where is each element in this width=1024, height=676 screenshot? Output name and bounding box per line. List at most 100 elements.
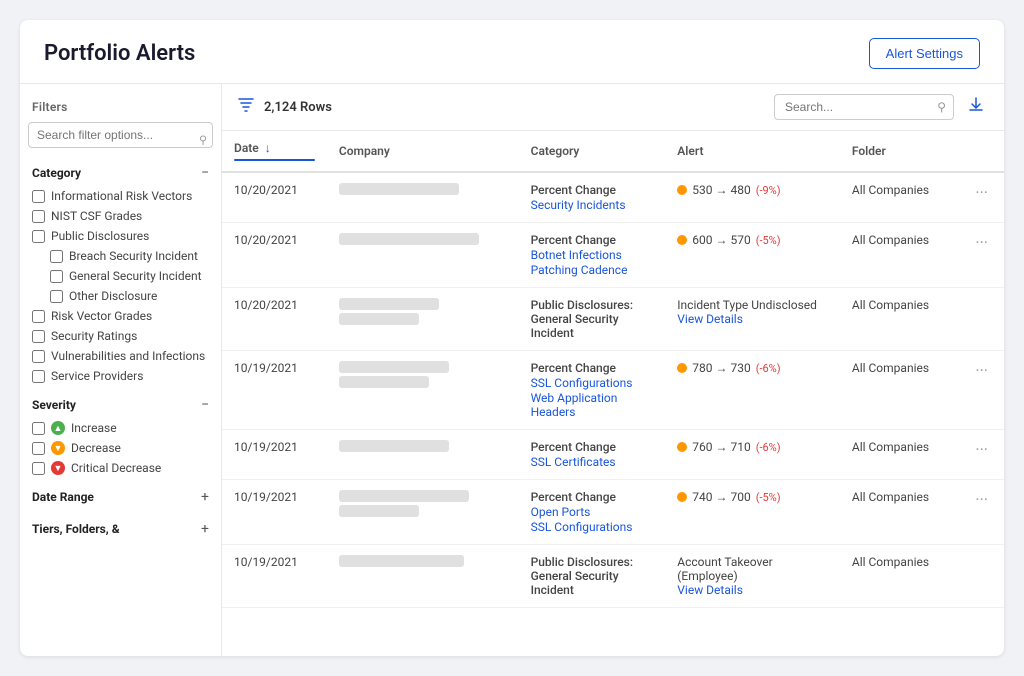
filter-decrease[interactable]: ▼ Decrease (32, 438, 209, 458)
alert-cell: 530 → 480 (-9%) (665, 172, 840, 223)
filter-risk-vector[interactable]: Risk Vector Grades (32, 306, 209, 326)
severity-toggle[interactable]: − (201, 398, 209, 412)
actions-cell (959, 545, 1004, 608)
category-link-ssl-configs[interactable]: SSL Configurations (531, 376, 654, 390)
filter-nist-label: NIST CSF Grades (51, 209, 142, 223)
filter-general-security-label: General Security Incident (69, 269, 202, 283)
filter-general-security-checkbox[interactable] (50, 270, 63, 283)
filter-vulnerabilities[interactable]: Vulnerabilities and Infections (32, 346, 209, 366)
filter-service-providers[interactable]: Service Providers (32, 366, 209, 386)
filter-security-ratings-label: Security Ratings (51, 329, 137, 343)
folder-cell: All Companies (840, 545, 960, 608)
alert-text: Account Takeover (Employee) (677, 555, 828, 583)
filter-vulnerabilities-label: Vulnerabilities and Infections (51, 349, 205, 363)
filter-critical-decrease[interactable]: ▼ Critical Decrease (32, 458, 209, 478)
company-name-blurred (339, 440, 449, 452)
date-cell: 10/20/2021 (222, 223, 327, 288)
severity-section-title: Severity (32, 398, 76, 412)
tiers-folders-toggle[interactable]: + (201, 522, 209, 536)
date-column-header[interactable]: Date ↓ (222, 131, 327, 172)
date-range-toggle[interactable]: + (201, 490, 209, 504)
company-name-blurred (339, 298, 439, 310)
filter-increase[interactable]: ▲ Increase (32, 418, 209, 438)
row-actions-button[interactable]: ··· (971, 490, 992, 509)
category-main: Percent Change (531, 183, 654, 197)
date-cell: 10/19/2021 (222, 351, 327, 430)
filter-nist[interactable]: NIST CSF Grades (32, 206, 209, 226)
filter-security-ratings[interactable]: Security Ratings (32, 326, 209, 346)
row-actions-button[interactable]: ··· (971, 440, 992, 459)
filter-decrease-checkbox[interactable] (32, 442, 45, 455)
company-name-blurred2 (339, 376, 429, 388)
folder-cell: All Companies (840, 480, 960, 545)
filter-service-providers-checkbox[interactable] (32, 370, 45, 383)
alert-column-header[interactable]: Alert (665, 131, 840, 172)
filter-security-ratings-checkbox[interactable] (32, 330, 45, 343)
view-details-link2[interactable]: View Details (677, 583, 743, 597)
filter-general-security[interactable]: General Security Incident (50, 266, 209, 286)
search-input[interactable] (774, 94, 954, 120)
filter-breach-checkbox[interactable] (50, 250, 63, 263)
filter-public-disclosures-checkbox[interactable] (32, 230, 45, 243)
score-text: 600 → 570 (692, 233, 750, 247)
alert-cell: 740 → 700 (-5%) (665, 480, 840, 545)
category-cell: Percent Change SSL Certificates (519, 430, 666, 480)
company-cell (327, 545, 519, 608)
score-change: (-5%) (756, 491, 781, 504)
row-actions-button[interactable]: ··· (971, 233, 992, 252)
filter-vulnerabilities-checkbox[interactable] (32, 350, 45, 363)
table-row: 10/20/2021 Percent Change Botnet Infecti… (222, 223, 1004, 288)
row-actions-button[interactable]: ··· (971, 361, 992, 380)
company-name-blurred (339, 233, 479, 245)
alert-score: 760 → 710 (-6%) (677, 440, 828, 454)
filter-public-disclosures[interactable]: Public Disclosures (32, 226, 209, 246)
category-link-web-headers[interactable]: Web Application Headers (531, 391, 654, 419)
filter-critical-checkbox[interactable] (32, 462, 45, 475)
actions-cell: ··· (959, 223, 1004, 288)
score-dot (677, 185, 687, 195)
score-dot (677, 235, 687, 245)
date-cell: 10/19/2021 (222, 545, 327, 608)
filter-other-disclosure[interactable]: Other Disclosure (50, 286, 209, 306)
filter-informational-checkbox[interactable] (32, 190, 45, 203)
filter-increase-checkbox[interactable] (32, 422, 45, 435)
view-details-link[interactable]: View Details (677, 312, 743, 326)
score-text: 760 → 710 (692, 440, 750, 454)
category-cell: Percent Change Botnet Infections Patchin… (519, 223, 666, 288)
category-toggle[interactable]: − (201, 166, 209, 180)
filter-nist-checkbox[interactable] (32, 210, 45, 223)
folder-text: All Companies (852, 298, 929, 312)
filter-risk-vector-checkbox[interactable] (32, 310, 45, 323)
category-link-ssl-certs[interactable]: SSL Certificates (531, 455, 654, 469)
score-dot (677, 492, 687, 502)
company-column-header[interactable]: Company (327, 131, 519, 172)
alert-settings-button[interactable]: Alert Settings (869, 38, 980, 69)
score-text: 780 → 730 (692, 361, 750, 375)
filter-other-disclosure-label: Other Disclosure (69, 289, 157, 303)
category-link-botnet[interactable]: Botnet Infections (531, 248, 654, 262)
download-button[interactable] (964, 95, 988, 119)
page-title: Portfolio Alerts (44, 41, 195, 66)
folder-cell: All Companies (840, 288, 960, 351)
folder-cell: All Companies (840, 223, 960, 288)
alert-score: 740 → 700 (-5%) (677, 490, 828, 504)
folder-text: All Companies (852, 440, 929, 454)
category-link-ssl-configs2[interactable]: SSL Configurations (531, 520, 654, 534)
table-row: 10/20/2021 Public Disclosures: General S… (222, 288, 1004, 351)
filter-search-input[interactable] (28, 122, 213, 148)
rows-count: 2,124 Rows (264, 100, 764, 115)
category-link-open-ports[interactable]: Open Ports (531, 505, 654, 519)
company-name-blurred (339, 490, 469, 502)
row-actions-button[interactable]: ··· (971, 183, 992, 202)
alerts-table: Date ↓ Company Category Alert Folder (222, 131, 1004, 608)
category-column-header[interactable]: Category (519, 131, 666, 172)
folder-column-header[interactable]: Folder (840, 131, 960, 172)
score-change: (-9%) (756, 184, 781, 197)
filter-other-disclosure-checkbox[interactable] (50, 290, 63, 303)
category-link[interactable]: Security Incidents (531, 198, 654, 212)
filter-breach[interactable]: Breach Security Incident (50, 246, 209, 266)
category-link-patching[interactable]: Patching Cadence (531, 263, 654, 277)
filter-informational[interactable]: Informational Risk Vectors (32, 186, 209, 206)
filters-label: Filters (20, 96, 221, 122)
folder-text: All Companies (852, 361, 929, 375)
